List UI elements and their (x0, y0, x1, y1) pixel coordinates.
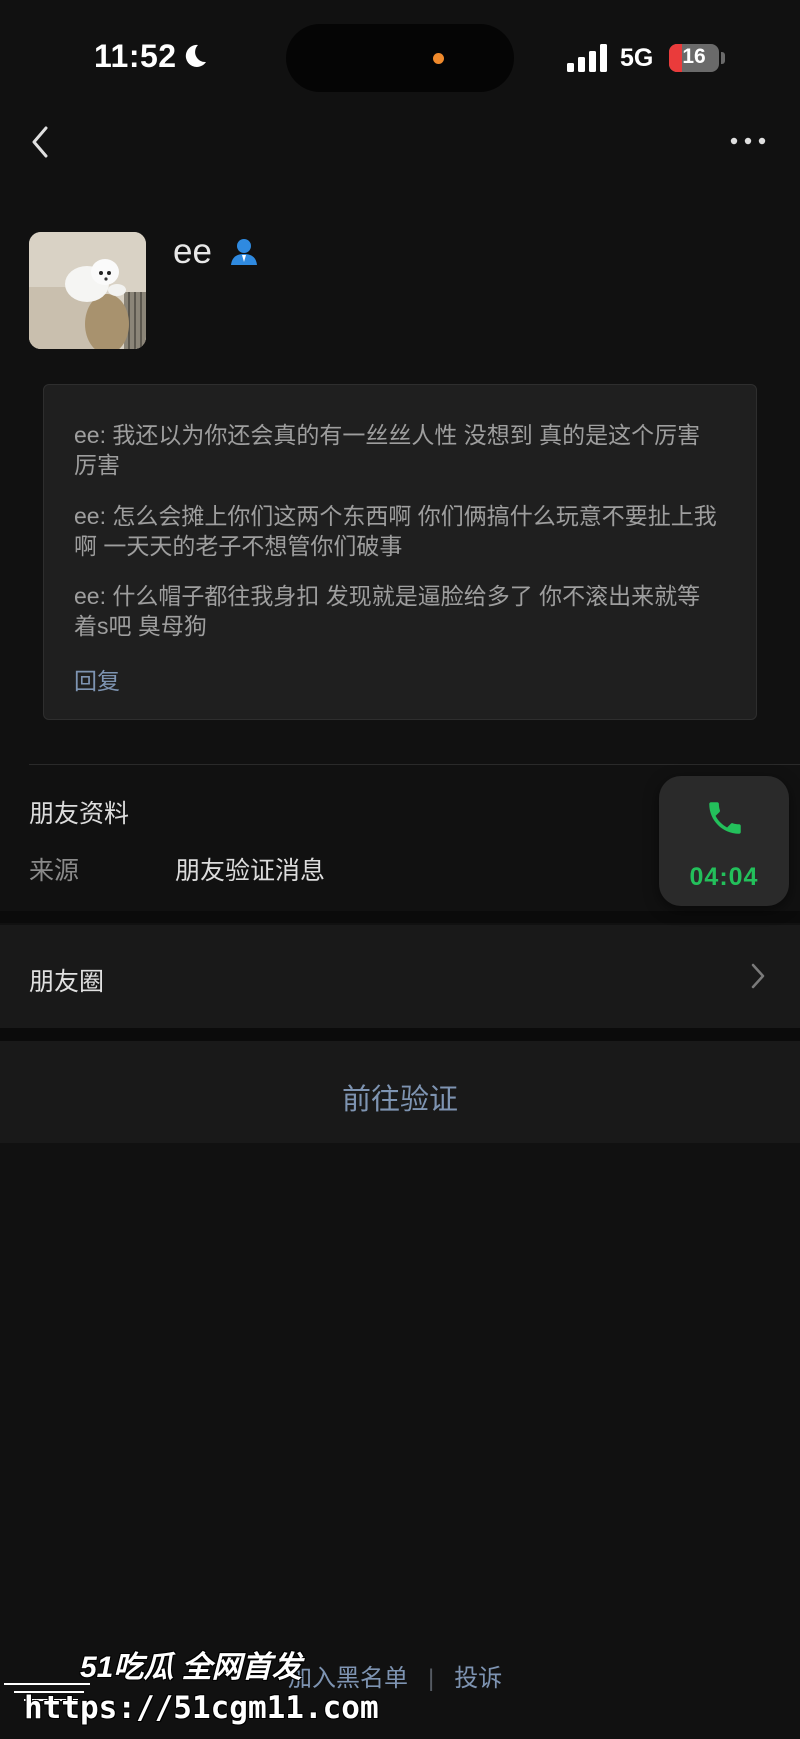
divider (29, 764, 800, 765)
floating-call-window[interactable]: 04:04 (659, 776, 789, 906)
section-title-profile: 朋友资料 (29, 800, 130, 828)
go-verify-button[interactable]: 前往验证 (0, 1041, 800, 1143)
watermark: 51吃瓜 全网首发 https://51cgm11.com (0, 1632, 379, 1739)
watermark-title: 51吃瓜 全网首发 (80, 1651, 302, 1684)
message-item: ee: 怎么会摊上你们这两个东西啊 你们俩搞什么玩意不要扯上我啊 一天天的老子不… (74, 503, 717, 559)
battery-level: 16 (682, 45, 706, 68)
profile-name: ee (173, 232, 212, 271)
watermark-url: https://51cgm11.com (24, 1690, 379, 1726)
dynamic-island (286, 24, 514, 92)
privacy-indicator-dot (433, 53, 444, 64)
separator: | (428, 1665, 435, 1692)
status-time: 11:52 (94, 38, 177, 74)
message-item: ee: 我还以为你还会真的有一丝丝人性 没想到 真的是这个厉害厉害 (74, 422, 701, 478)
section-separator (0, 911, 800, 923)
moon-icon (185, 44, 206, 67)
moments-label: 朋友圈 (29, 968, 105, 996)
section-separator (0, 1028, 800, 1041)
avatar-image (29, 232, 146, 349)
go-verify-label: 前往验证 (341, 1084, 458, 1116)
chevron-left-icon[interactable] (26, 124, 56, 160)
source-label: 来源 (29, 857, 80, 885)
moments-row[interactable]: 朋友圈 (0, 925, 800, 1028)
verification-messages-card: ee: 我还以为你还会真的有一丝丝人性 没想到 真的是这个厉害厉害 ee: 怎么… (43, 384, 757, 720)
reply-link[interactable]: 回复 (74, 662, 120, 696)
report-link[interactable]: 投诉 (454, 1665, 502, 1692)
chevron-right-icon (751, 963, 765, 989)
call-duration: 04:04 (689, 863, 759, 891)
avatar[interactable] (29, 232, 146, 349)
more-icon[interactable] (728, 128, 768, 154)
battery-icon: 16 (669, 44, 719, 72)
signal-icon (567, 44, 609, 72)
message-item: ee: 什么帽子都往我身扣 发现就是逼脸给多了 你不滚出来就等着s吧 臭母狗 (74, 583, 701, 639)
phone-icon (709, 802, 741, 834)
bottom-actions: 加入黑名单 | 投诉 (288, 1658, 502, 1693)
source-value: 朋友验证消息 (175, 857, 326, 885)
battery-cap (721, 52, 725, 64)
network-type: 5G (620, 44, 654, 72)
person-icon (231, 239, 257, 265)
